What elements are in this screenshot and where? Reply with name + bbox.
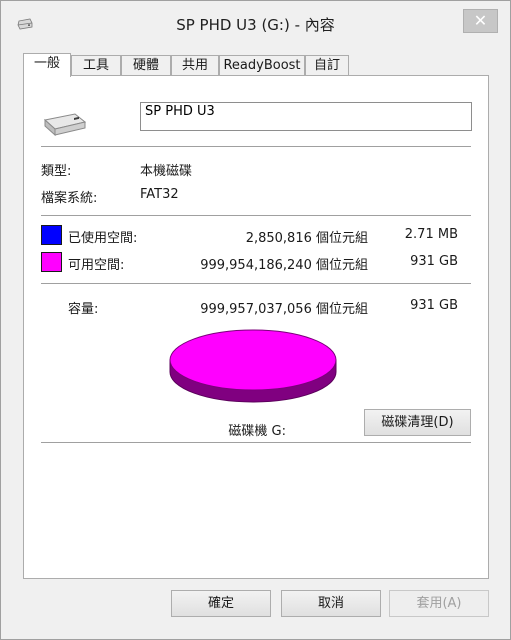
properties-window: SP PHD U3 (G:) - 內容 ✕ 一般 工具 硬體 共用 ReadyB… xyxy=(0,0,511,640)
drive-caption: 磁碟機 G: xyxy=(228,424,286,439)
close-button[interactable]: ✕ xyxy=(463,9,498,33)
free-space-size: 931 GB xyxy=(410,254,458,269)
capacity-label: 容量: xyxy=(68,302,99,317)
free-space-swatch xyxy=(41,252,62,272)
hard-drive-icon xyxy=(43,113,87,137)
disk-cleanup-button[interactable]: 磁碟清理(D) xyxy=(364,409,471,436)
used-space-size: 2.71 MB xyxy=(404,227,458,242)
separator xyxy=(41,215,471,216)
tab-hardware[interactable]: 硬體 xyxy=(121,55,171,76)
used-space-swatch xyxy=(41,225,62,245)
tab-tools[interactable]: 工具 xyxy=(71,55,121,76)
cancel-button[interactable]: 取消 xyxy=(281,590,381,617)
close-icon: ✕ xyxy=(473,11,488,30)
ok-button[interactable]: 確定 xyxy=(171,590,271,617)
type-label: 類型: xyxy=(41,164,72,179)
tab-sharing[interactable]: 共用 xyxy=(171,55,219,76)
title-bar[interactable]: SP PHD U3 (G:) - 內容 ✕ xyxy=(1,1,510,47)
separator xyxy=(41,146,471,147)
general-panel: 類型: 本機磁碟 檔案系統: FAT32 已使用空間: 2,850,816 個位… xyxy=(23,75,489,579)
free-space-label: 可用空間: xyxy=(68,258,125,273)
free-space-bytes: 999,954,186,240 個位元組 xyxy=(200,258,368,273)
capacity-size: 931 GB xyxy=(410,298,458,313)
capacity-bytes: 999,957,037,056 個位元組 xyxy=(200,302,368,317)
drive-name-input[interactable] xyxy=(140,102,472,131)
file-system-value: FAT32 xyxy=(140,187,179,202)
used-space-label: 已使用空間: xyxy=(68,231,138,246)
tab-customize[interactable]: 自訂 xyxy=(305,55,349,76)
tab-general[interactable]: 一般 xyxy=(23,53,71,77)
tab-readyboost[interactable]: ReadyBoost xyxy=(219,55,305,76)
disk-usage-pie-chart xyxy=(169,329,337,403)
pie-free-slice xyxy=(169,329,337,391)
type-value: 本機磁碟 xyxy=(140,164,193,179)
window-title: SP PHD U3 (G:) - 內容 xyxy=(176,16,335,34)
file-system-label: 檔案系統: xyxy=(41,191,98,206)
tab-strip: 一般 工具 硬體 共用 ReadyBoost 自訂 xyxy=(23,53,493,77)
used-space-bytes: 2,850,816 個位元組 xyxy=(245,231,368,246)
separator xyxy=(41,283,471,284)
apply-button[interactable]: 套用(A) xyxy=(389,590,489,617)
separator xyxy=(41,442,471,443)
